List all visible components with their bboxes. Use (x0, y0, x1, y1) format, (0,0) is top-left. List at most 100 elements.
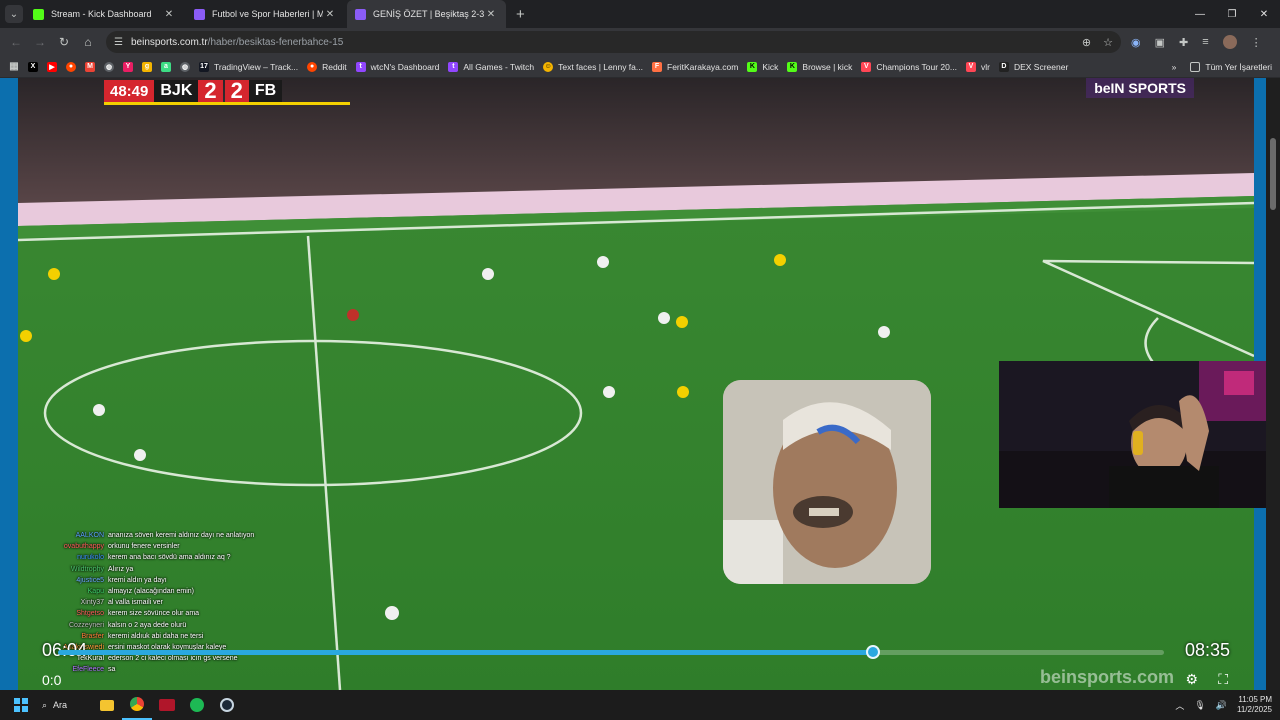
extensions-icon[interactable]: ✚ (1179, 36, 1188, 49)
streamer-webcam (999, 361, 1280, 508)
chat-user: Xinty37 (80, 599, 104, 607)
close-icon[interactable]: ✕ (484, 9, 498, 20)
dex-icon: D (998, 61, 1009, 72)
bookmark-dashboard[interactable]: t wtcN's Dashboard (355, 61, 439, 72)
volume-icon[interactable]: 🔊 (1216, 700, 1227, 711)
bookmark-x[interactable]: X (28, 61, 38, 72)
tab-kick-dashboard[interactable]: Stream - Kick Dashboard ✕ (25, 0, 184, 28)
bookmark-globe[interactable]: ◍ (104, 61, 114, 72)
tab-list-icon[interactable]: ≡ (1202, 36, 1208, 48)
chat-text: almayız (alacağından emin) (108, 588, 194, 596)
chat-user: nurukolo (77, 554, 104, 562)
microphone-icon[interactable]: 🎙 (1194, 700, 1205, 711)
globe-icon: ◍ (180, 61, 190, 72)
broadcaster-name: beIN SPORTS (1094, 80, 1186, 96)
url-path: /haber/besiktas-fenerbahce-15 (207, 36, 344, 48)
bookmark-label: vlr (980, 61, 990, 72)
globe-icon: ◍ (104, 61, 114, 72)
broadcaster-logo: beIN SPORTS (1086, 78, 1194, 98)
bookmark-feritkarakaya[interactable]: F FeritKarakaya.com (652, 61, 738, 72)
chat-message: Xinty37 al valla ismaili ver (42, 597, 302, 608)
youtube-icon: ▶ (47, 61, 57, 72)
bookmark-youtube[interactable]: ▶ (47, 61, 57, 72)
tradingview-icon: 17 (199, 61, 209, 72)
progress-bar[interactable] (58, 645, 1164, 659)
bookmark-y[interactable]: Y (123, 61, 133, 72)
windows-taskbar: ⌕ Ara ︿ 🎙 🔊 11:05 PM 11/2/2025 (0, 690, 1280, 720)
media-icon[interactable]: ▣ (1155, 36, 1165, 49)
tab-search-button[interactable]: ⌄ (5, 5, 23, 23)
bookmark-android[interactable]: a (161, 61, 171, 72)
chat-message: Wildtrophy Alırız ya (42, 564, 302, 575)
bookmark-tradingview[interactable]: 17 TradingView – Track... (199, 61, 298, 72)
zoom-icon[interactable]: ⊕ (1082, 36, 1091, 49)
taskbar-clock[interactable]: 11:05 PM 11/2/2025 (1237, 695, 1272, 715)
steam-button[interactable] (212, 690, 242, 720)
chrome-icon (130, 697, 144, 711)
read-aloud-icon[interactable]: ◉ (1131, 36, 1141, 49)
fullscreen-icon[interactable]: ⛶ (1218, 671, 1228, 688)
bookmark-globe-2[interactable]: ◍ (180, 61, 190, 72)
back-button[interactable]: ← (4, 35, 28, 49)
scrollbar-thumb[interactable] (1270, 138, 1276, 210)
file-explorer-button[interactable] (92, 690, 122, 720)
app-button[interactable] (152, 690, 182, 720)
bookmark-reddit[interactable]: ● (66, 61, 76, 72)
clock-date: 11/2/2025 (1237, 705, 1272, 714)
address-bar[interactable]: ☰ beinsports.com.tr /haber/besiktas-fene… (106, 31, 1121, 53)
bookmark-g[interactable]: g (142, 61, 152, 72)
chat-user: Shtgetso (76, 610, 104, 618)
page-scrollbar[interactable] (1266, 78, 1280, 690)
away-score: 2 (224, 78, 249, 103)
bookmark-vlr[interactable]: Vvlr (965, 61, 990, 72)
bookmark-reddit-label[interactable]: ● Reddit (307, 61, 347, 72)
chrome-button[interactable] (122, 690, 152, 720)
home-button[interactable]: ⌂ (76, 35, 100, 49)
chat-message: nurukolo kerem ana bacı sövdü ama aldınız… (42, 552, 302, 563)
bookmark-twitch-games[interactable]: t All Games - Twitch (448, 61, 535, 72)
video-controls: 06:04 08:35 0:0 beinsports.com ⚙ ⛶ (18, 634, 1254, 690)
chat-text: al valla ismaili ver (108, 599, 163, 607)
close-window-button[interactable]: ✕ (1248, 0, 1280, 28)
tab-bein-news[interactable]: Futbol ve Spor Haberleri | Maç ✕ (186, 0, 345, 28)
profile-avatar[interactable] (1222, 35, 1237, 49)
bookmark-gmail[interactable]: M (85, 61, 95, 72)
spotify-button[interactable] (182, 690, 212, 720)
apps-icon[interactable]: ▦ (9, 61, 19, 72)
bookmark-champions-tour[interactable]: V Champions Tour 20... (861, 61, 957, 72)
chat-message: 4justice5 kremi aldın ya dayı (42, 575, 302, 586)
bookmark-label: All Games - Twitch (463, 61, 535, 72)
reload-button[interactable]: ↻ (52, 35, 76, 49)
gmail-icon: M (85, 61, 95, 72)
android-icon: a (161, 61, 171, 72)
bookmark-kick[interactable]: K Kick (747, 61, 778, 72)
bookmark-browse-kick[interactable]: K Browse | kick (787, 61, 852, 72)
settings-icon[interactable]: ⚙ (1185, 671, 1198, 688)
tab-genis-ozet[interactable]: GENİŞ ÖZET | Beşiktaş 2-3 F ✕ (347, 0, 506, 28)
close-icon[interactable]: ✕ (323, 9, 337, 20)
bookmark-dex[interactable]: D DEX Screener (998, 61, 1068, 72)
match-clock: 48:49 (104, 80, 155, 102)
forward-button[interactable]: → (28, 35, 52, 49)
bookmarks-overflow-icon[interactable]: » (1172, 62, 1177, 72)
folder-icon (100, 699, 114, 711)
steam-icon (220, 698, 234, 712)
chat-text: kerem ana bacı sövdü ama aldınız aq ? (108, 554, 231, 562)
duration: 08:35 (1184, 640, 1230, 660)
taskbar-search[interactable]: ⌕ Ara (36, 700, 92, 711)
menu-icon[interactable]: ⋮ (1251, 36, 1262, 49)
start-button[interactable] (6, 690, 36, 720)
new-tab-button[interactable]: + (516, 6, 525, 23)
minimize-button[interactable]: — (1184, 0, 1216, 28)
smiley-icon: ☺ (543, 61, 554, 72)
all-bookmarks-button[interactable]: Tüm Yer İşaretleri (1190, 61, 1272, 72)
y-icon: Y (123, 61, 133, 72)
close-icon[interactable]: ✕ (162, 9, 176, 20)
bookmark-star-icon[interactable]: ☆ (1103, 36, 1113, 49)
tray-overflow-icon[interactable]: ︿ (1175, 699, 1184, 712)
bookmark-lenny[interactable]: ☺ Text faces | Lenny fa... (543, 61, 643, 72)
maximize-button[interactable]: ❐ (1216, 0, 1248, 28)
progress-knob[interactable] (866, 645, 881, 659)
site-info-icon[interactable]: ☰ (114, 37, 123, 48)
search-icon: ⌕ (42, 699, 48, 710)
